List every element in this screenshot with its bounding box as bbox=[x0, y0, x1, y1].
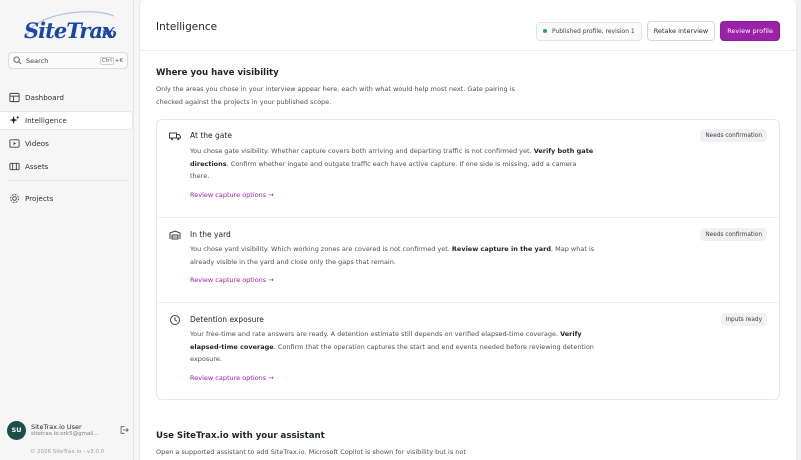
search-icon bbox=[13, 56, 22, 65]
assistant-section-title: Use SiteTrax.io with your assistant bbox=[156, 431, 325, 441]
assistant-section-description: Open a supported assistant to add SiteTr… bbox=[156, 448, 466, 456]
yard-icon bbox=[169, 230, 181, 240]
visibility-item-gate: At the gate Needs confirmation You chose… bbox=[157, 120, 779, 217]
section-title: Where you have visibility bbox=[156, 68, 279, 78]
sidebar-item-assets[interactable]: Assets bbox=[0, 157, 134, 176]
copyright-text: © 2026 SiteTrax.io - v3.0.0 bbox=[29, 449, 105, 455]
search-input[interactable]: Search Ctrl +K bbox=[8, 52, 128, 69]
status-badge: Published profile, revision 1 bbox=[535, 21, 642, 41]
sidebar-item-label: Videos bbox=[25, 139, 49, 148]
sparkle-icon bbox=[9, 115, 20, 126]
review-capture-link[interactable]: Review capture options → bbox=[190, 276, 274, 284]
review-profile-button[interactable]: Review profile bbox=[720, 21, 780, 41]
sitetrax-logo[interactable]: SiteTrax .io bbox=[20, 8, 120, 48]
visibility-card: At the gate Needs confirmation You chose… bbox=[156, 119, 780, 400]
status-badge: Inputs ready bbox=[720, 313, 767, 326]
retake-interview-button[interactable]: Retake interview bbox=[646, 21, 716, 41]
sidebar-divider bbox=[8, 180, 128, 181]
sidebar-nav: Dashboard Intelligence Videos Assets Pro… bbox=[0, 88, 134, 212]
user-email: sitetrax.io.ork5@gmail... bbox=[31, 431, 99, 437]
sidebar-item-label: Projects bbox=[25, 194, 54, 203]
review-capture-link[interactable]: Review capture options → bbox=[190, 191, 274, 199]
item-description: You chose yard visibility. Which working… bbox=[190, 245, 595, 266]
user-profile[interactable]: SU SiteTrax.io User sitetrax.io.ork5@gma… bbox=[7, 419, 129, 441]
item-title: At the gate bbox=[190, 131, 232, 140]
dashboard-icon bbox=[9, 92, 20, 103]
main-panel: Intelligence Published profile, revision… bbox=[139, 0, 797, 460]
truck-icon bbox=[169, 132, 181, 141]
page-header: Intelligence Published profile, revision… bbox=[140, 0, 796, 51]
clock-icon bbox=[170, 315, 180, 325]
sidebar-item-dashboard[interactable]: Dashboard bbox=[0, 88, 134, 107]
visibility-item-detention: Detention exposure Inputs ready Your fre… bbox=[157, 302, 779, 399]
logout-icon[interactable] bbox=[119, 425, 129, 435]
sidebar-item-projects[interactable]: Projects bbox=[0, 189, 134, 208]
sidebar-item-videos[interactable]: Videos bbox=[0, 134, 134, 153]
item-description: You chose gate visibility. Whether captu… bbox=[190, 147, 594, 181]
status-dot-icon bbox=[542, 29, 547, 33]
sidebar-item-label: Assets bbox=[25, 162, 49, 171]
section-description: Only the areas you chose in your intervi… bbox=[156, 85, 515, 106]
user-name: SiteTrax.io User bbox=[31, 423, 82, 431]
item-description: Your free-time and rate answers are read… bbox=[190, 330, 594, 364]
review-capture-link[interactable]: Review capture options → bbox=[190, 374, 274, 382]
svg-text:.io: .io bbox=[97, 26, 117, 42]
search-label: Search bbox=[26, 56, 49, 65]
scrollbar[interactable] bbox=[797, 0, 801, 460]
video-icon bbox=[9, 138, 20, 149]
search-shortcut: Ctrl +K bbox=[99, 56, 123, 65]
sidebar-item-label: Intelligence bbox=[25, 116, 67, 125]
sidebar-item-label: Dashboard bbox=[25, 93, 64, 102]
status-badge: Needs confirmation bbox=[700, 129, 767, 142]
item-title: Detention exposure bbox=[190, 315, 264, 324]
page-title: Intelligence bbox=[156, 21, 218, 33]
avatar: SU bbox=[7, 420, 26, 440]
sidebar: SiteTrax .io Search Ctrl +K Dashboard Int… bbox=[0, 0, 134, 460]
assets-icon bbox=[9, 161, 20, 172]
status-badge: Needs confirmation bbox=[700, 228, 767, 241]
item-title: In the yard bbox=[190, 230, 231, 239]
sidebar-item-intelligence[interactable]: Intelligence bbox=[0, 111, 133, 130]
visibility-item-yard: In the yard Needs confirmation You chose… bbox=[157, 217, 779, 302]
gear-icon bbox=[9, 193, 20, 204]
